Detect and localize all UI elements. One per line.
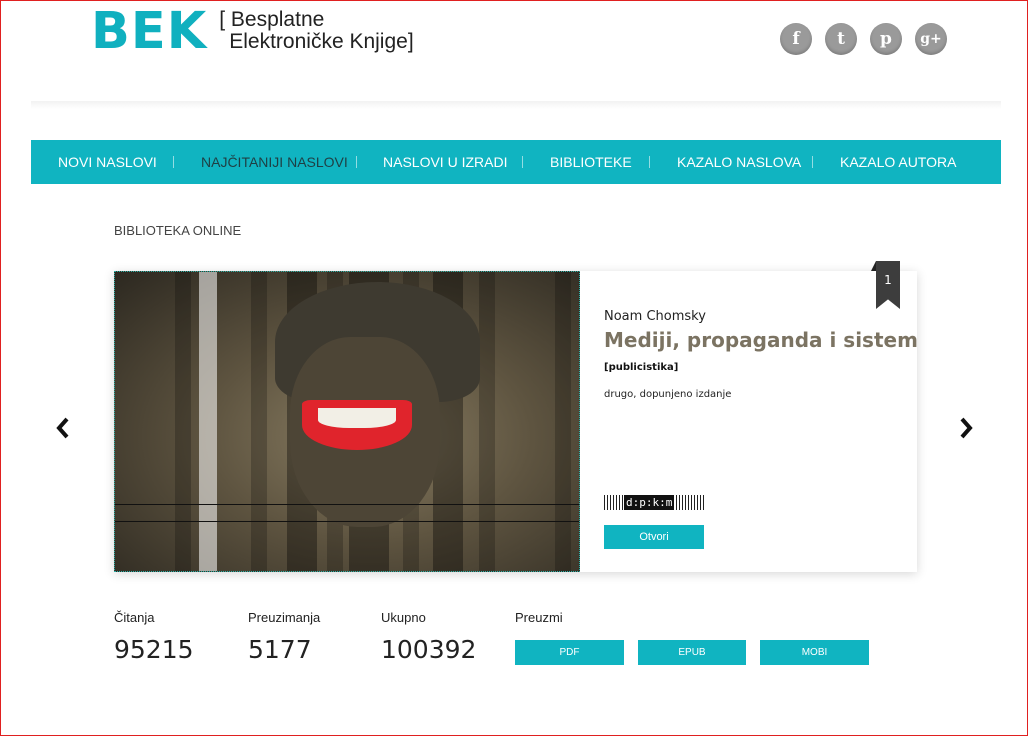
download-epub-button[interactable]: EPUB — [638, 640, 746, 665]
ribbon-fold — [871, 261, 876, 271]
book-card[interactable]: 1 Noam Chomsky Mediji, propaganda i sist… — [114, 261, 918, 572]
social-links: f t p g+ — [780, 23, 947, 55]
book-genre: [publicistika] — [604, 362, 679, 373]
barcode-label: d:p:k:m — [624, 495, 675, 510]
stat-reads-value: 95215 — [114, 635, 194, 664]
stat-total-label: Ukupno — [381, 610, 426, 625]
stat-reads: Čitanja 95215 — [114, 610, 194, 664]
stat-downloads-label: Preuzimanja — [248, 610, 321, 625]
nav-item-najcitaniji-naslovi[interactable]: NAJČITANIJI NASLOVI — [201, 154, 348, 170]
open-book-button[interactable]: Otvori — [604, 525, 704, 549]
site-logo[interactable]: BEK [ Besplatne Elektroničke Knjige] — [91, 3, 414, 61]
nav-separator — [356, 156, 357, 168]
nav-separator — [649, 156, 650, 168]
nav-item-biblioteke[interactable]: BIBLIOTEKE — [550, 154, 632, 170]
stat-total-value: 100392 — [381, 635, 477, 664]
slider-prev-icon[interactable] — [55, 417, 71, 445]
cover-teeth — [318, 408, 396, 428]
stat-downloads-value: 5177 — [248, 635, 312, 664]
main-nav: NOVI NASLOVI NAJČITANIJI NASLOVI NASLOVI… — [31, 140, 1001, 184]
logo-text-line1: [ Besplatne — [219, 8, 325, 31]
stat-downloads: Preuzimanja 5177 — [248, 610, 320, 664]
nav-item-kazalo-naslova[interactable]: KAZALO NASLOVA — [677, 154, 801, 170]
book-cover-image[interactable] — [114, 271, 580, 572]
logo-mark: BEK — [91, 2, 208, 61]
nav-separator — [522, 156, 523, 168]
cover-stripe — [199, 272, 217, 571]
nav-item-naslovi-u-izradi[interactable]: NASLOVI U IZRADI — [383, 154, 507, 170]
facebook-icon[interactable]: f — [780, 23, 812, 55]
publisher-barcode-icon: d:p:k:m — [604, 495, 704, 510]
download-mobi-button[interactable]: MOBI — [760, 640, 869, 665]
nav-separator — [173, 156, 174, 168]
rank-badge: 1 — [876, 261, 900, 309]
download-pdf-button[interactable]: PDF — [515, 640, 624, 665]
download-label: Preuzmi — [515, 610, 563, 625]
cover-line — [115, 521, 579, 522]
book-title[interactable]: Mediji, propaganda i sistem — [604, 328, 918, 352]
nav-item-kazalo-autora[interactable]: KAZALO AUTORA — [840, 154, 956, 170]
header-divider — [31, 101, 1001, 109]
logo-text-line2: Elektroničke Knjige] — [229, 30, 414, 53]
stat-total: Ukupno 100392 — [381, 610, 476, 664]
book-edition: drugo, dopunjeno izdanje — [604, 389, 732, 400]
twitter-icon[interactable]: t — [825, 23, 857, 55]
nav-item-novi-naslovi[interactable]: NOVI NASLOVI — [58, 154, 157, 170]
logo-text: [ Besplatne Elektroničke Knjige] — [219, 9, 413, 53]
section-title: BIBLIOTEKA ONLINE — [114, 223, 242, 238]
googleplus-icon[interactable]: g+ — [915, 23, 947, 55]
book-info: Noam Chomsky Mediji, propaganda i sistem… — [604, 309, 918, 400]
nav-separator — [812, 156, 813, 168]
stat-reads-label: Čitanja — [114, 610, 155, 625]
book-author[interactable]: Noam Chomsky — [604, 309, 904, 324]
cover-line — [115, 504, 579, 505]
pinterest-icon[interactable]: p — [870, 23, 902, 55]
slider-next-icon[interactable] — [958, 417, 974, 445]
